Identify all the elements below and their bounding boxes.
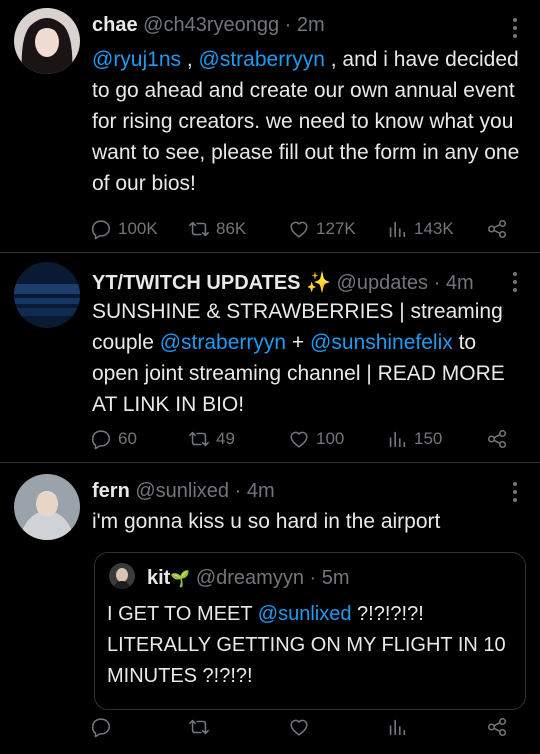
retweet-icon <box>188 218 210 240</box>
like-count: 100 <box>316 429 345 448</box>
dot-separator: · <box>234 480 242 502</box>
dot-separator: · <box>309 567 317 589</box>
retweet-button[interactable]: 49 <box>188 428 235 450</box>
views-button[interactable]: 150 <box>386 428 442 450</box>
share-icon <box>486 428 508 450</box>
quote-author-name[interactable]: kit <box>147 567 170 589</box>
reply-icon <box>90 218 112 240</box>
tweet-3[interactable]: fern @sunlixed · 4m i'm gonna kiss u so … <box>0 462 540 754</box>
heart-icon <box>288 218 310 240</box>
reply-count: 100K <box>118 219 158 238</box>
dot-separator: · <box>433 272 441 294</box>
text-segment: i'm gonna kiss u so hard in the airport <box>92 510 441 533</box>
timestamp[interactable]: 2m <box>297 14 325 36</box>
avatar-kit[interactable] <box>109 563 135 589</box>
views-button[interactable] <box>386 716 414 738</box>
share-button[interactable] <box>486 428 514 450</box>
retweet-icon <box>188 428 210 450</box>
retweet-button[interactable] <box>188 716 216 738</box>
tweet-text: i'm gonna kiss u so hard in the airport <box>92 506 522 537</box>
author-name[interactable]: YT/TWITCH UPDATES <box>92 272 301 294</box>
tweet-text: SUNSHINE & STRAWBERRIES | streaming coup… <box>92 296 522 420</box>
views-icon <box>386 428 408 450</box>
like-button[interactable] <box>288 716 316 738</box>
tweet-2[interactable]: YT/TWITCH UPDATES ✨ @updates · 4m SUNSHI… <box>0 252 540 463</box>
author-name[interactable]: chae <box>92 14 138 36</box>
share-button[interactable] <box>486 716 514 738</box>
author-name[interactable]: fern <box>92 480 130 502</box>
retweet-button[interactable]: 86K <box>188 218 246 240</box>
mention-link[interactable]: @sunshinefelix <box>310 331 453 354</box>
reply-icon <box>90 428 112 450</box>
action-bar: 100K 86K 127K 143K <box>90 218 520 242</box>
views-icon <box>386 218 408 240</box>
heart-icon <box>288 716 310 738</box>
mention-link[interactable]: @straberryyn <box>160 331 286 354</box>
views-button[interactable]: 143K <box>386 218 454 240</box>
avatar-chae[interactable] <box>14 8 80 74</box>
seedling-icon: 🌱 <box>170 571 191 588</box>
share-icon <box>486 716 508 738</box>
reply-button[interactable]: 60 <box>90 428 137 450</box>
heart-icon <box>288 428 310 450</box>
view-count: 143K <box>414 219 454 238</box>
more-options-icon[interactable] <box>512 18 518 42</box>
share-button[interactable] <box>486 218 514 240</box>
more-options-icon[interactable] <box>512 272 518 296</box>
author-handle[interactable]: @ch43ryeongg <box>143 14 279 36</box>
reply-button[interactable] <box>90 716 118 738</box>
author-handle[interactable]: @updates <box>337 272 428 294</box>
like-button[interactable]: 127K <box>288 218 356 240</box>
action-bar <box>90 716 520 740</box>
like-button[interactable]: 100 <box>288 428 344 450</box>
mention-link[interactable]: @straberryyn <box>199 48 325 71</box>
sparkles-icon: ✨ <box>306 272 331 294</box>
text-segment: + <box>286 331 311 354</box>
tweet-text: @ryuj1ns , @straberryyn , and i have dec… <box>92 44 522 199</box>
reply-icon <box>90 716 112 738</box>
retweet-count: 49 <box>216 429 235 448</box>
reply-button[interactable]: 100K <box>90 218 158 240</box>
avatar-fern[interactable] <box>14 474 80 540</box>
like-count: 127K <box>316 219 356 238</box>
mention-link[interactable]: @ryuj1ns <box>92 48 181 71</box>
dot-separator: · <box>284 14 292 36</box>
more-options-icon[interactable] <box>512 482 518 506</box>
quote-text: I GET TO MEET @sunlixed ?!?!?!?! LITERAL… <box>107 599 517 692</box>
text-segment: I GET TO MEET <box>107 603 258 625</box>
author-handle[interactable]: @sunlixed <box>135 480 229 502</box>
timestamp[interactable]: 4m <box>446 272 474 294</box>
reply-count: 60 <box>118 429 137 448</box>
quote-timestamp[interactable]: 5m <box>322 567 350 589</box>
text-segment: , <box>181 48 199 71</box>
quote-author-handle[interactable]: @dreamyyn <box>196 567 304 589</box>
share-icon <box>486 218 508 240</box>
tweet-1[interactable]: chae @ch43ryeongg · 2m @ryuj1ns , @strab… <box>0 0 540 253</box>
action-bar: 60 49 100 150 <box>90 428 520 452</box>
retweet-count: 86K <box>216 219 247 238</box>
quoted-tweet[interactable]: kit🌱 @dreamyyn · 5m I GET TO MEET @sunli… <box>94 552 526 710</box>
view-count: 150 <box>414 429 443 448</box>
views-icon <box>386 716 408 738</box>
retweet-icon <box>188 716 210 738</box>
avatar-updates[interactable] <box>14 262 80 328</box>
timestamp[interactable]: 4m <box>247 480 275 502</box>
mention-link[interactable]: @sunlixed <box>258 603 352 625</box>
